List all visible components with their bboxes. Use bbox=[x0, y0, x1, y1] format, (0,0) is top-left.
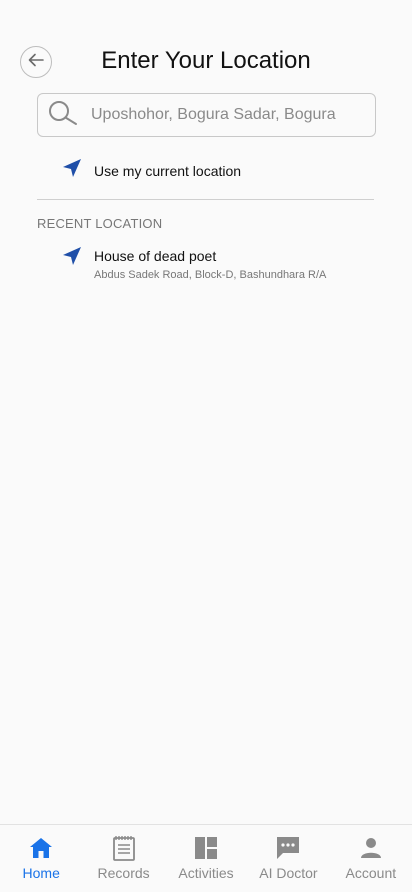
nav-home[interactable]: Home bbox=[0, 825, 82, 892]
nav-records-label: Records bbox=[97, 865, 150, 881]
search-icon bbox=[47, 100, 79, 131]
recent-location-item[interactable]: House of dead poet Abdus Sadek Road, Blo… bbox=[62, 246, 326, 281]
nav-records[interactable]: Records bbox=[82, 825, 164, 892]
navigation-arrow-icon bbox=[62, 246, 82, 271]
nav-ai-doctor[interactable]: AI Doctor bbox=[247, 825, 329, 892]
nav-ai-doctor-label: AI Doctor bbox=[259, 865, 318, 881]
nav-account[interactable]: Account bbox=[330, 825, 412, 892]
search-input[interactable] bbox=[91, 106, 361, 124]
use-current-location-label: Use my current location bbox=[94, 162, 242, 179]
recent-location-address: Abdus Sadek Road, Block-D, Bashundhara R… bbox=[94, 269, 327, 281]
divider bbox=[37, 199, 374, 200]
records-icon bbox=[111, 836, 137, 861]
chat-icon bbox=[275, 836, 301, 860]
nav-activities[interactable]: Activities bbox=[165, 825, 247, 892]
navigation-arrow-icon bbox=[62, 158, 82, 183]
nav-account-label: Account bbox=[345, 865, 397, 881]
recent-location-name: House of dead poet bbox=[94, 248, 217, 264]
use-current-location-button[interactable]: Use my current location bbox=[62, 158, 241, 183]
nav-home-label: Home bbox=[22, 865, 60, 881]
activities-icon bbox=[193, 836, 219, 860]
page-title: Enter Your Location bbox=[101, 47, 311, 74]
bottom-nav: Home Records Activities AI Doctor Accoun… bbox=[0, 824, 412, 892]
home-icon bbox=[28, 836, 54, 860]
search-box[interactable] bbox=[37, 93, 376, 137]
recent-location-header: RECENT LOCATION bbox=[37, 216, 163, 231]
nav-activities-label: Activities bbox=[178, 865, 234, 881]
person-icon bbox=[358, 836, 384, 860]
